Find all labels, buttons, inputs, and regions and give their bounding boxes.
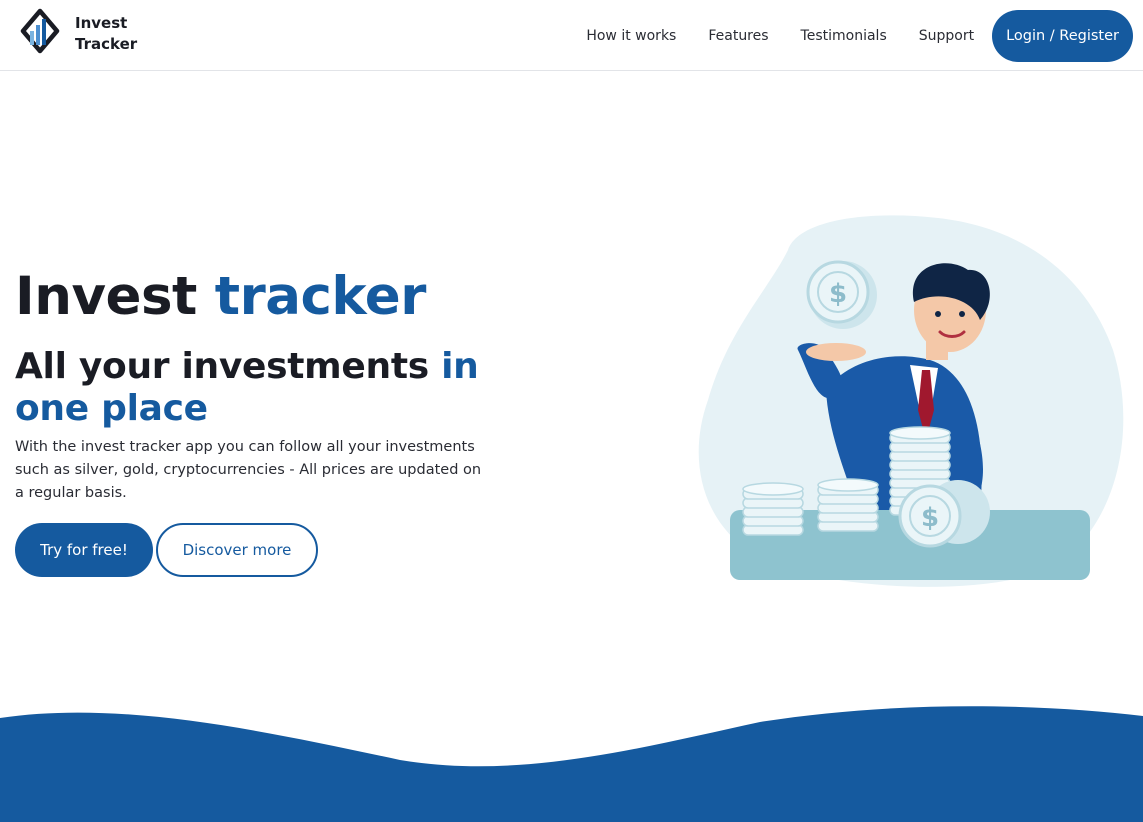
hero-content: Invest tracker All your investments in o…	[15, 262, 485, 577]
nav-how-it-works[interactable]: How it works	[586, 28, 676, 44]
stack-top-coin	[742, 482, 804, 496]
hero-subtitle: All your investments in one place	[15, 346, 485, 430]
nav-support[interactable]: Support	[919, 28, 974, 44]
discover-more-button[interactable]: Discover more	[156, 523, 318, 577]
hero-title-accent: tracker	[214, 266, 427, 327]
navbar: Invest Tracker How it works Features Tes…	[0, 0, 1143, 71]
nav-testimonials[interactable]: Testimonials	[801, 28, 887, 44]
logo-line-2: Tracker	[75, 35, 138, 53]
front-coin: $	[898, 480, 990, 548]
logo[interactable]: Invest Tracker	[20, 7, 137, 61]
logo-wordmark: Invest Tracker	[75, 13, 137, 55]
hero-subtitle-main: All your investments	[15, 346, 429, 387]
main-nav: How it works Features Testimonials Suppo…	[586, 0, 1133, 71]
hero-title: Invest tracker	[15, 262, 485, 332]
hero-title-main: Invest	[15, 266, 197, 327]
stack-top-coin	[817, 478, 879, 492]
hero-description: With the invest tracker app you can foll…	[15, 439, 482, 501]
logo-line-1: Invest	[75, 14, 128, 32]
hero-illustration: $ $	[698, 215, 1124, 587]
try-for-free-button[interactable]: Try for free!	[15, 523, 153, 577]
login-register-button[interactable]: Login / Register	[992, 9, 1133, 62]
nav-features[interactable]: Features	[708, 28, 768, 44]
coin-dollar-symbol: $	[829, 279, 847, 309]
footer-wave	[0, 706, 1143, 822]
logo-chart-icon	[20, 8, 60, 54]
cta-group: Try for free! Discover more	[15, 523, 485, 577]
coin-dollar-symbol-front: $	[921, 503, 939, 533]
stack-top-coin	[889, 426, 951, 440]
